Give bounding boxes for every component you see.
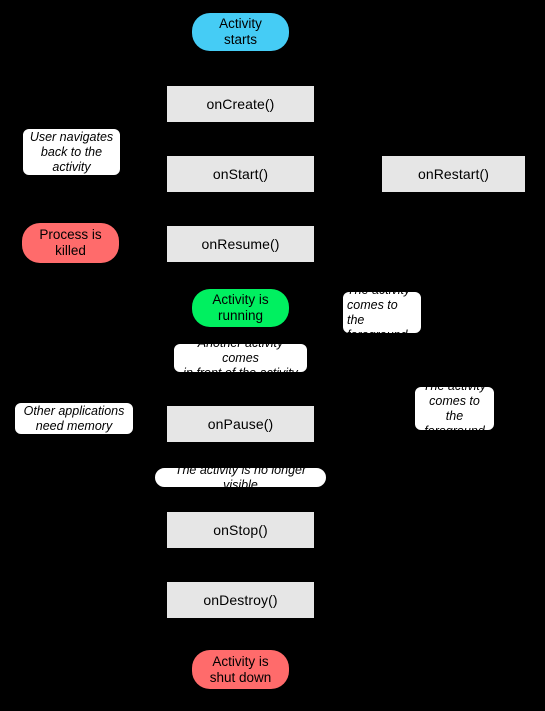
- note-foreground-restart-line2: comes to the: [347, 297, 398, 327]
- state-process-killed-line1: Process is: [39, 227, 102, 242]
- note-another-activity-front: Another activity comes in front of the a…: [173, 336, 308, 380]
- state-activity-starts: Activity starts: [192, 13, 289, 51]
- note-user-navigates-back: User navigates back to the activity: [22, 128, 121, 176]
- state-activity-running: Activity is running: [192, 289, 289, 327]
- state-process-killed: Process is killed: [22, 223, 119, 263]
- state-activity-starts-line2: starts: [223, 32, 257, 47]
- note-foreground-resume-line3: foreground: [424, 423, 485, 438]
- state-activity-running-line1: Activity is: [212, 292, 269, 307]
- callback-box-on-start[interactable]: onStart(): [167, 156, 314, 192]
- callback-label-on-restart: onRestart(): [417, 166, 490, 182]
- callback-label-on-destroy: onDestroy(): [203, 592, 278, 608]
- state-process-killed-line2: killed: [55, 243, 86, 258]
- state-activity-running-line2: running: [217, 308, 264, 323]
- callback-box-on-restart[interactable]: onRestart(): [382, 156, 525, 192]
- note-foreground-restart-line3: foreground: [347, 327, 408, 342]
- note-user-navigates-back-line3: activity: [52, 159, 91, 174]
- note-no-longer-visible: The activity is no longer visible: [154, 463, 327, 492]
- note-no-longer-visible-line1: The activity is no longer visible: [174, 462, 307, 492]
- callback-box-on-create[interactable]: onCreate(): [167, 86, 314, 122]
- callback-label-on-resume: onResume(): [201, 236, 280, 252]
- callback-box-on-stop[interactable]: onStop(): [167, 512, 314, 548]
- note-another-activity-front-line2: in front of the activity: [183, 365, 298, 380]
- callback-box-on-destroy[interactable]: onDestroy(): [167, 582, 314, 618]
- note-foreground-resume-line1: The activity: [422, 378, 487, 393]
- note-foreground-restart: The activity comes to the foreground: [342, 283, 422, 342]
- state-activity-shut-down-line1: Activity is: [212, 653, 269, 669]
- note-other-apps-memory-line1: Other applications: [23, 403, 125, 418]
- note-foreground-resume: The activity comes to the foreground: [414, 379, 495, 438]
- note-other-apps-memory: Other applications need memory: [14, 402, 134, 435]
- note-other-apps-memory-line2: need memory: [35, 418, 113, 433]
- note-foreground-resume-line2: comes to the: [429, 393, 480, 423]
- callback-label-on-stop: onStop(): [213, 522, 268, 538]
- state-activity-starts-line1: Activity: [219, 16, 262, 31]
- callback-label-on-start: onStart(): [212, 166, 269, 182]
- state-activity-shut-down: Activity is shut down: [192, 650, 289, 689]
- callback-label-on-pause: onPause(): [207, 416, 274, 432]
- callback-box-on-resume[interactable]: onResume(): [167, 226, 314, 262]
- state-activity-shut-down-line2: shut down: [209, 669, 272, 685]
- note-foreground-restart-line1: The activity: [347, 282, 411, 297]
- activity-lifecycle-diagram: Activity starts onCreate() User navigate…: [0, 0, 545, 711]
- callback-label-on-create: onCreate(): [206, 96, 275, 112]
- callback-box-on-pause[interactable]: onPause(): [167, 406, 314, 442]
- note-user-navigates-back-line2: back to the: [40, 144, 103, 159]
- note-user-navigates-back-line1: User navigates: [29, 129, 114, 144]
- note-another-activity-front-line1: Another activity comes: [197, 335, 284, 365]
